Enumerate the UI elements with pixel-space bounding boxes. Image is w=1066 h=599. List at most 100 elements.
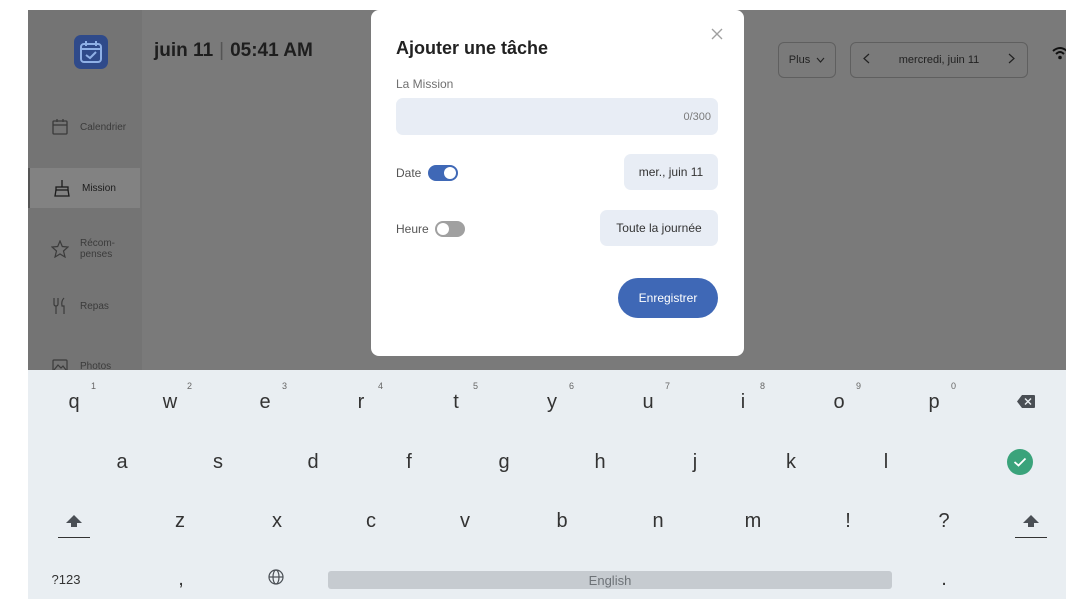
key-label: r	[357, 390, 365, 413]
key-z[interactable]: z	[140, 498, 220, 544]
key-t[interactable]: t5	[416, 379, 496, 425]
current-time: 05:41 AM	[230, 40, 313, 61]
key-a[interactable]: a	[82, 439, 162, 485]
key-label: p	[928, 390, 940, 413]
shift-key-right[interactable]	[1001, 498, 1061, 544]
sidebar-item-label: Mission	[82, 182, 116, 194]
key-s[interactable]: s	[178, 439, 258, 485]
chevron-left-icon[interactable]	[863, 53, 870, 67]
key-o[interactable]: o9	[799, 379, 879, 425]
mission-input[interactable]	[396, 98, 718, 135]
wifi-icon	[1052, 46, 1066, 65]
key-label: q	[68, 390, 80, 413]
key-label: y	[547, 390, 557, 413]
space-bar[interactable]: English	[328, 571, 892, 589]
key-q[interactable]: q1	[34, 379, 114, 425]
language-key[interactable]	[236, 556, 316, 599]
sidebar-item-label: Repas	[80, 300, 109, 312]
key-hint: 4	[377, 381, 383, 391]
chevron-down-icon	[816, 54, 825, 66]
sidebar: Calendrier Mission Récom- penses Repas P…	[28, 10, 142, 370]
on-screen-keyboard: q1 w2 e3 r4 t5 y6 u7 i8 o9 p0 a s d f g …	[28, 370, 1066, 599]
sidebar-item-photos[interactable]: Photos	[28, 346, 140, 370]
key-m[interactable]: m	[713, 498, 793, 544]
date-picker-button[interactable]: mer., juin 11	[624, 154, 718, 190]
key-hint: 1	[90, 381, 96, 391]
key-x[interactable]: x	[237, 498, 317, 544]
photo-icon	[50, 356, 70, 370]
broom-icon	[52, 178, 72, 198]
key-hint: 5	[472, 381, 478, 391]
key-label: o	[833, 390, 845, 413]
key-label: t	[453, 390, 459, 413]
utensils-icon	[50, 296, 70, 316]
key-j[interactable]: j	[655, 439, 735, 485]
more-label: Plus	[788, 54, 811, 66]
current-day-label: mercredi, juin 11	[898, 54, 980, 66]
key-exclamation[interactable]: !	[808, 498, 888, 544]
close-icon[interactable]	[711, 24, 723, 45]
divider: |	[219, 40, 225, 61]
key-e[interactable]: e3	[225, 379, 305, 425]
key-v[interactable]: v	[425, 498, 505, 544]
sidebar-item-label: Calendrier	[80, 121, 127, 133]
key-question[interactable]: ?	[904, 498, 984, 544]
key-label: e	[259, 390, 271, 413]
key-k[interactable]: k	[751, 439, 831, 485]
shift-key-left[interactable]	[34, 498, 114, 544]
key-u[interactable]: u7	[608, 379, 688, 425]
sidebar-item-label: Photos	[80, 360, 112, 371]
period-key[interactable]: .	[904, 556, 984, 599]
date-toggle[interactable]	[428, 165, 458, 181]
checkmark-icon	[1007, 449, 1033, 475]
backspace-icon	[1017, 391, 1035, 414]
key-h[interactable]: h	[560, 439, 640, 485]
date-label: Date	[396, 166, 422, 180]
time-picker-button[interactable]: Toute la journée	[600, 210, 718, 246]
key-p[interactable]: p0	[894, 379, 974, 425]
star-icon	[50, 239, 70, 259]
key-hint: 3	[281, 381, 287, 391]
time-label: Heure	[396, 222, 429, 236]
sidebar-item-label-line2: penses	[80, 249, 113, 260]
mission-char-count: 0/300	[683, 111, 711, 123]
sidebar-item-label: Récom-	[80, 238, 116, 249]
sidebar-item-meals[interactable]: Repas	[28, 286, 140, 326]
key-r[interactable]: r4	[321, 379, 401, 425]
key-hint: 8	[759, 381, 765, 391]
symbols-key[interactable]: ?123	[36, 556, 96, 599]
dialog-title: Ajouter une tâche	[396, 38, 549, 58]
add-task-dialog: Ajouter une tâche La Mission 0/300 Date …	[371, 10, 744, 356]
key-w[interactable]: w2	[130, 379, 210, 425]
sidebar-item-calendar[interactable]: Calendrier	[28, 107, 140, 147]
key-label: u	[642, 390, 654, 413]
more-button[interactable]: Plus	[778, 42, 836, 78]
key-y[interactable]: y6	[512, 379, 592, 425]
key-label: w	[162, 390, 178, 413]
chevron-right-icon[interactable]	[1008, 53, 1015, 67]
mission-field-label: La Mission	[396, 77, 454, 91]
key-d[interactable]: d	[273, 439, 353, 485]
app-logo-icon	[74, 35, 108, 69]
sidebar-item-mission[interactable]: Mission	[28, 168, 140, 208]
current-date: juin 11	[154, 40, 214, 61]
day-navigator: mercredi, juin 11	[850, 42, 1028, 78]
confirm-key[interactable]	[980, 439, 1060, 485]
key-l[interactable]: l	[846, 439, 926, 485]
key-g[interactable]: g	[464, 439, 544, 485]
current-date-time: juin 11 | 05:41 AM	[154, 40, 313, 62]
time-toggle[interactable]	[435, 221, 465, 237]
key-b[interactable]: b	[522, 498, 602, 544]
backspace-key[interactable]	[996, 379, 1056, 425]
shift-icon	[66, 510, 82, 533]
sidebar-item-rewards[interactable]: Récom- penses	[28, 229, 140, 269]
key-i[interactable]: i8	[703, 379, 783, 425]
key-hint: 2	[186, 381, 192, 391]
save-button[interactable]: Enregistrer	[618, 278, 718, 318]
comma-key[interactable]: ,	[141, 556, 221, 599]
key-n[interactable]: n	[618, 498, 698, 544]
key-hint: 0	[950, 381, 956, 391]
key-c[interactable]: c	[331, 498, 411, 544]
key-f[interactable]: f	[369, 439, 449, 485]
key-hint: 6	[568, 381, 574, 391]
